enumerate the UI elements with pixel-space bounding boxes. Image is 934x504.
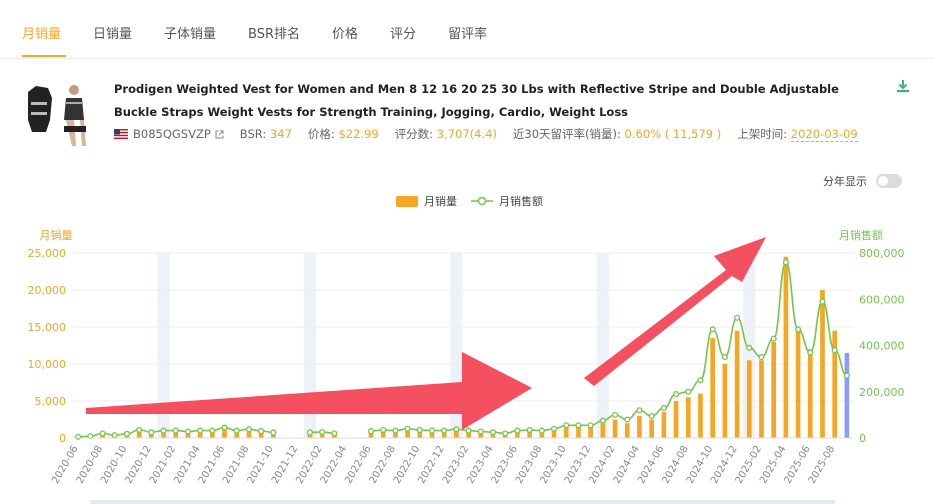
revenue-point xyxy=(392,427,399,434)
revenue-point xyxy=(99,430,106,437)
left-axis-tick-label: 0 xyxy=(59,432,66,445)
revenue-point xyxy=(319,428,326,436)
revenue-point xyxy=(514,427,521,434)
revenue-point xyxy=(502,430,509,437)
revenue-point xyxy=(258,428,265,435)
sales-bar xyxy=(624,423,630,438)
revenue-point xyxy=(416,426,423,433)
revenue-point xyxy=(233,427,240,434)
sales-bar xyxy=(673,401,679,438)
revenue-point xyxy=(611,411,619,418)
sales-bar xyxy=(820,290,825,438)
sales-bar xyxy=(844,352,850,438)
revenue-point xyxy=(367,428,375,435)
left-axis-title: 月销量 xyxy=(40,228,73,242)
revenue-point xyxy=(770,335,777,342)
sales-bar xyxy=(685,397,691,438)
sales-bar xyxy=(771,341,776,438)
chart-zoom-slider xyxy=(90,500,835,504)
revenue-point xyxy=(111,432,118,439)
year-boundary-band xyxy=(596,253,609,438)
revenue-point xyxy=(709,326,716,333)
revenue-point xyxy=(245,426,252,433)
revenue-point xyxy=(587,422,594,429)
revenue-point xyxy=(404,425,411,432)
revenue-point xyxy=(465,427,472,434)
left-axis-tick-label: 20,000 xyxy=(28,284,67,297)
revenue-point xyxy=(270,429,277,436)
revenue-point xyxy=(563,422,570,429)
revenue-point xyxy=(306,429,314,436)
revenue-point xyxy=(441,427,448,434)
right-axis-title: 月销售额 xyxy=(839,228,883,242)
revenue-point xyxy=(184,428,191,435)
revenue-point xyxy=(758,354,765,361)
left-axis-tick-label: 10,000 xyxy=(28,358,67,371)
sales-bar xyxy=(734,330,740,438)
revenue-point xyxy=(197,427,204,434)
left-axis-tick-label: 25,000 xyxy=(28,247,67,260)
sales-bar xyxy=(612,419,618,438)
left-axis-tick-label: 5,000 xyxy=(35,395,67,408)
revenue-point xyxy=(831,347,838,354)
revenue-point xyxy=(819,298,826,305)
revenue-point xyxy=(721,354,728,361)
revenue-point xyxy=(575,422,582,429)
revenue-point xyxy=(160,427,167,434)
revenue-point xyxy=(489,429,497,436)
revenue-point xyxy=(624,416,631,423)
sales-bar xyxy=(698,393,703,438)
sales-bar xyxy=(722,364,728,438)
sales-bar xyxy=(710,338,715,438)
left-axis-tick-label: 15,000 xyxy=(28,321,67,334)
revenue-point xyxy=(538,427,545,434)
revenue-point xyxy=(807,349,814,356)
revenue-point xyxy=(599,417,606,424)
sales-bar xyxy=(807,349,813,438)
revenue-point xyxy=(673,391,680,398)
sales-bar xyxy=(746,360,752,438)
right-axis-tick-label: 0 xyxy=(859,432,866,445)
revenue-point xyxy=(75,433,82,440)
revenue-point xyxy=(843,372,850,379)
revenue-point xyxy=(172,427,179,434)
sales-bar xyxy=(795,330,801,438)
right-axis-tick-label: 600,000 xyxy=(859,293,905,306)
revenue-point xyxy=(331,430,338,437)
revenue-point xyxy=(734,314,741,321)
revenue-point xyxy=(697,377,704,384)
revenue-point xyxy=(209,427,216,434)
revenue-point xyxy=(477,428,484,435)
revenue-point xyxy=(123,430,130,437)
revenue-point xyxy=(221,424,228,431)
sales-bar xyxy=(649,419,654,438)
revenue-point xyxy=(660,404,667,411)
revenue-point xyxy=(636,407,643,414)
revenue-point xyxy=(136,426,143,433)
revenue-point xyxy=(648,412,655,420)
sales-chart: 25,000 20,000 15,000 10,000 5,000 0 800,000 600… xyxy=(28,228,905,504)
revenue-point xyxy=(526,426,533,433)
revenue-point xyxy=(428,427,436,434)
revenue-point xyxy=(550,425,558,432)
sales-bar xyxy=(661,412,667,438)
revenue-point xyxy=(453,426,460,433)
revenue-point xyxy=(380,426,387,433)
right-axis-tick-label: 800,000 xyxy=(859,247,905,260)
revenue-point xyxy=(148,429,155,436)
revenue-point xyxy=(685,388,692,395)
revenue-point xyxy=(782,259,789,266)
sales-bar xyxy=(600,423,606,438)
sales-bar xyxy=(637,415,642,438)
right-axis-tick-label: 200,000 xyxy=(859,386,905,399)
revenue-point xyxy=(795,326,802,333)
sales-bar xyxy=(783,256,789,438)
right-axis-tick-label: 400,000 xyxy=(859,340,905,353)
revenue-point xyxy=(746,344,753,351)
sales-bar xyxy=(759,360,764,438)
